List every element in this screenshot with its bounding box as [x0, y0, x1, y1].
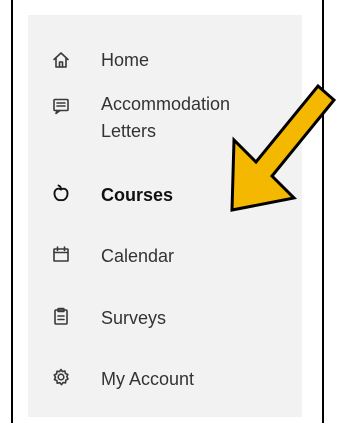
sidebar-item-calendar[interactable]: Calendar [28, 228, 302, 274]
sidebar-item-label: Accommodation Letters [101, 94, 231, 141]
sidebar-item-label: Surveys [101, 308, 167, 328]
annotation-arrow [230, 83, 337, 212]
sidebar-item-label: Calendar [101, 246, 175, 266]
sidebar-nav: Home Accommodation Letters Courses Calen… [28, 15, 302, 417]
home-icon [51, 50, 71, 70]
sidebar-item-my-account[interactable]: My Account [28, 350, 302, 396]
calendar-icon [51, 244, 71, 264]
gear-icon [51, 367, 71, 387]
apple-icon [51, 183, 71, 203]
sidebar-item-label: My Account [101, 369, 195, 389]
annotation-arrow-shape [230, 83, 337, 212]
clipboard-icon [51, 306, 71, 326]
sidebar-item-label: Home [101, 50, 150, 70]
sidebar-item-home[interactable]: Home [28, 31, 302, 77]
sidebar-item-surveys[interactable]: Surveys [28, 290, 302, 336]
letter-icon [51, 96, 71, 116]
sidebar-item-label: Courses [101, 185, 174, 205]
